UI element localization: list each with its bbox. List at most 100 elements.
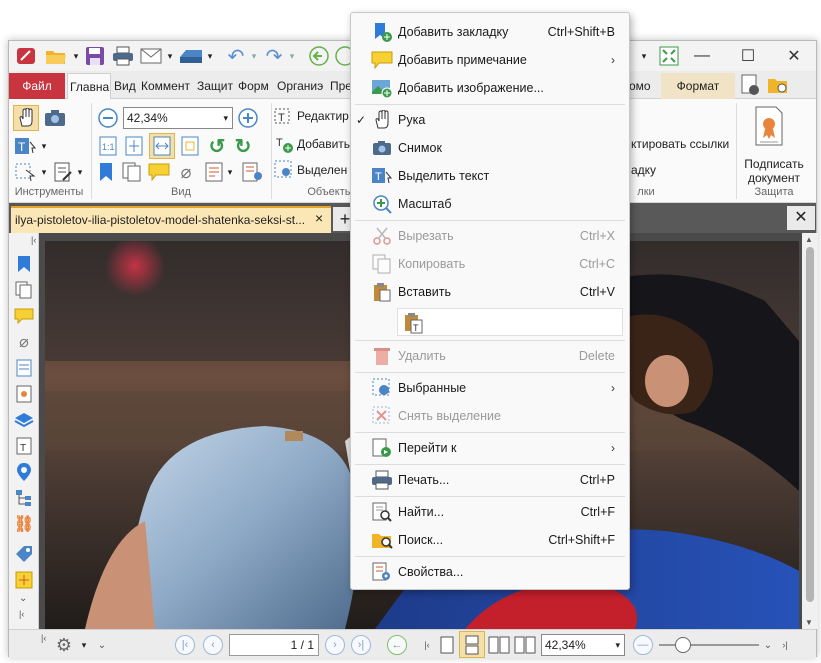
select-object-icon[interactable] xyxy=(273,159,295,181)
menu-properties[interactable]: Свойства... xyxy=(351,558,629,586)
actual-size-icon[interactable]: 1:1 xyxy=(97,135,119,157)
first-page-icon[interactable]: |‹ xyxy=(175,635,195,655)
tab-format[interactable]: Формат xyxy=(661,73,735,99)
bookmarks-panel-icon[interactable] xyxy=(13,253,35,275)
tab-home[interactable]: Главна xyxy=(67,73,111,99)
single-page-icon[interactable] xyxy=(437,634,457,656)
open-folder-icon[interactable] xyxy=(43,44,69,68)
paste-text-icon[interactable]: T xyxy=(403,312,423,337)
panel-bottom-arrow-icon[interactable]: |‹ xyxy=(19,609,24,619)
zoom-slider-thumb[interactable] xyxy=(675,637,691,653)
redo-icon[interactable]: ↷ xyxy=(261,44,287,68)
settings-gear-icon[interactable]: ⚙ xyxy=(53,634,75,656)
document-text-dropdown-icon[interactable]: ▾ xyxy=(225,161,235,183)
statusbar-zoom-out-icon[interactable]: — xyxy=(633,635,653,655)
fit-page-icon[interactable] xyxy=(123,135,145,157)
snapshot-icon[interactable] xyxy=(43,107,67,129)
tab-convert[interactable]: Пре xyxy=(328,73,352,99)
collapse-panel-icon[interactable]: |‹ xyxy=(31,235,36,245)
fit-visible-icon[interactable] xyxy=(179,135,201,157)
tags-panel-icon[interactable] xyxy=(13,543,35,565)
pages-panel-icon[interactable] xyxy=(13,279,35,301)
menu-hand[interactable]: ✓ Рука xyxy=(351,106,629,134)
selected-label[interactable]: Выделен xyxy=(297,163,347,177)
hand-tool-icon[interactable] xyxy=(13,105,39,131)
document-tab-close-icon[interactable]: × xyxy=(315,209,329,227)
menu-zoom[interactable]: Масштаб xyxy=(351,190,629,218)
zoom-dropdown-icon[interactable]: ▾ xyxy=(223,108,228,128)
menu-add-bookmark[interactable]: Добавить закладку Ctrl+Shift+B xyxy=(351,18,629,46)
menu-print[interactable]: Печать... Ctrl+P xyxy=(351,466,629,494)
app-logo-icon[interactable] xyxy=(13,44,39,68)
menu-paste[interactable]: Вставить Ctrl+V xyxy=(351,278,629,306)
menu-select-text[interactable]: T Выделить текст xyxy=(351,162,629,190)
scanner-icon[interactable] xyxy=(177,44,205,68)
edit-text-label[interactable]: Редактир xyxy=(297,109,349,123)
content-panel-icon[interactable] xyxy=(13,569,35,591)
text-panel-icon[interactable]: T xyxy=(13,435,35,457)
comments-panel-icon[interactable] xyxy=(13,305,35,327)
statusbar-arrows-icon[interactable]: |‹ xyxy=(417,634,437,656)
tab-view[interactable]: Вид xyxy=(112,73,138,99)
statusbar-left-arrow-icon[interactable]: |‹ xyxy=(41,633,46,643)
redo-dropdown-icon[interactable]: ▾ xyxy=(287,44,297,68)
menu-find[interactable]: Найти... Ctrl+F xyxy=(351,498,629,526)
search-folder-tab-icon[interactable] xyxy=(765,73,791,97)
rotate-left-icon[interactable]: ↺ xyxy=(205,135,229,158)
attachment-icon[interactable]: ⌀ xyxy=(175,161,197,183)
edit-text-icon[interactable]: T xyxy=(273,107,295,129)
zoom-slider-track[interactable] xyxy=(659,644,759,646)
scroll-up-icon[interactable]: ▲ xyxy=(805,235,813,244)
last-page-icon[interactable]: ›| xyxy=(351,635,371,655)
expand-more-icon[interactable]: ⌄ xyxy=(19,593,27,604)
menu-add-note[interactable]: Добавить примечание › xyxy=(351,46,629,74)
scanner-dropdown-icon[interactable]: ▾ xyxy=(205,44,215,68)
tab-protect[interactable]: Защит xyxy=(195,73,235,99)
edit-links-label[interactable]: ктировать ссылки xyxy=(631,137,729,151)
sign-document-label-1[interactable]: Подписать xyxy=(741,157,807,171)
edit-form-dropdown-icon[interactable]: ▾ xyxy=(75,161,85,183)
statusbar-zoom-dropdown-icon[interactable]: ▾ xyxy=(615,635,620,655)
tab-file[interactable]: Файл xyxy=(9,73,65,99)
add-text-icon[interactable]: T xyxy=(273,133,295,155)
maximize-button[interactable]: ☐ xyxy=(725,41,771,71)
continuous-page-icon[interactable] xyxy=(459,631,485,658)
qa-dropdown-icon[interactable]: ▾ xyxy=(639,44,649,68)
preferences-icon[interactable] xyxy=(241,161,265,183)
ribbon-partial-label[interactable]: адку xyxy=(631,163,656,177)
attachments-panel-icon[interactable]: ⌀ xyxy=(13,331,35,353)
save-icon[interactable] xyxy=(83,44,107,68)
select-text-tool-icon[interactable]: T xyxy=(13,135,37,157)
next-page-icon[interactable]: › xyxy=(325,635,345,655)
email-icon[interactable] xyxy=(139,44,165,68)
layers-panel-icon[interactable] xyxy=(13,409,35,431)
select-annotation-dropdown-icon[interactable]: ▾ xyxy=(39,161,49,183)
statusbar-more-right-icon[interactable]: ⌄ xyxy=(761,634,775,656)
undo-dropdown-icon[interactable]: ▾ xyxy=(249,44,259,68)
email-dropdown-icon[interactable]: ▾ xyxy=(165,44,175,68)
edit-form-icon[interactable] xyxy=(51,161,75,183)
menu-selected[interactable]: Выбранные › xyxy=(351,374,629,402)
bookmark-icon[interactable] xyxy=(95,161,117,183)
signatures-panel-icon[interactable] xyxy=(13,383,35,405)
menu-search[interactable]: Поиск... Ctrl+Shift+F xyxy=(351,526,629,554)
pages-icon[interactable] xyxy=(121,161,143,183)
page-number-field[interactable]: 1 / 1 xyxy=(229,634,319,656)
links-panel-icon[interactable]: ⛓ xyxy=(13,513,35,535)
back-icon[interactable] xyxy=(307,44,331,68)
zoom-field[interactable]: 42,34% ▾ xyxy=(123,107,233,129)
statusbar-right-arrow-icon[interactable]: ›| xyxy=(777,634,793,656)
add-text-label[interactable]: Добавить xyxy=(297,137,350,151)
structure-panel-icon[interactable] xyxy=(13,487,35,509)
paste-options-row[interactable]: T xyxy=(397,308,623,336)
menu-go-to[interactable]: Перейти к › xyxy=(351,434,629,462)
continuous-facing-icon[interactable] xyxy=(513,634,537,656)
fit-width-icon[interactable] xyxy=(149,133,175,159)
fullscreen-icon[interactable] xyxy=(657,44,681,68)
tab-organize[interactable]: Органиэ xyxy=(275,73,327,99)
document-text-icon[interactable] xyxy=(203,161,225,183)
menu-snapshot[interactable]: Снимок xyxy=(351,134,629,162)
destinations-panel-icon[interactable] xyxy=(13,461,35,483)
close-window-button[interactable]: ✕ xyxy=(771,41,817,71)
close-document-button[interactable]: ✕ xyxy=(787,206,815,230)
